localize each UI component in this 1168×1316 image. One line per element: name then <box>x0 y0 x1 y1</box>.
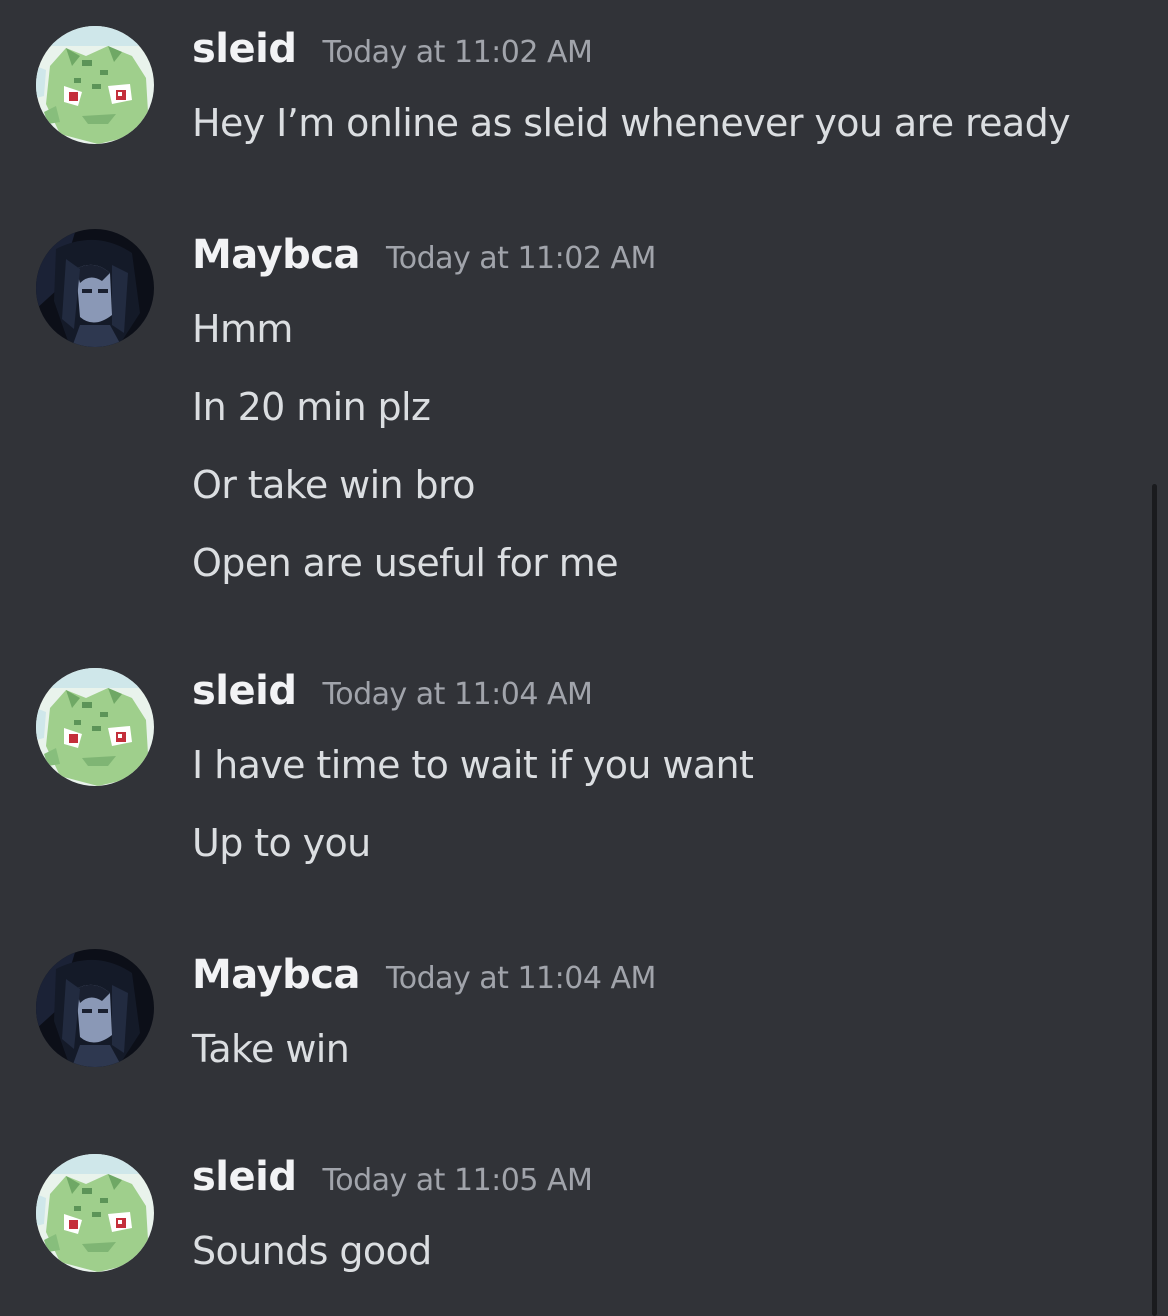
maybca-avatar[interactable] <box>36 949 154 1067</box>
bulbasaur-avatar-icon <box>36 26 154 144</box>
message-line: In 20 min plz <box>192 385 431 429</box>
message-line: Up to you <box>192 821 371 865</box>
timestamp[interactable]: Today at 11:04 AM <box>323 677 593 712</box>
timestamp[interactable]: Today at 11:05 AM <box>323 1163 593 1198</box>
message-content: Hmm In 20 min plz Or take win bro Open a… <box>192 290 619 602</box>
message-line: Open are useful for me <box>192 541 619 585</box>
bulbasaur-avatar-icon <box>36 668 154 786</box>
timestamp[interactable]: Today at 11:04 AM <box>386 961 656 996</box>
message-content: Sounds good <box>192 1212 432 1290</box>
message-content: Take win <box>192 1010 350 1088</box>
message-line: Hey I’m online as sleid whenever you are… <box>192 101 1071 145</box>
message-content: I have time to wait if you want Up to yo… <box>192 726 754 882</box>
message-line: Take win <box>192 1027 350 1071</box>
sleid-avatar[interactable] <box>36 26 154 144</box>
message-header: Maybca Today at 11:04 AM <box>192 952 656 998</box>
username[interactable]: sleid <box>192 668 297 714</box>
message-line: Hmm <box>192 307 293 351</box>
timestamp[interactable]: Today at 11:02 AM <box>323 35 593 70</box>
anime-character-avatar-icon <box>36 949 154 1067</box>
timestamp[interactable]: Today at 11:02 AM <box>386 241 656 276</box>
sleid-avatar[interactable] <box>36 1154 154 1272</box>
message-content: Hey I’m online as sleid whenever you are… <box>192 84 1071 162</box>
anime-character-avatar-icon <box>36 229 154 347</box>
message-header: Maybca Today at 11:02 AM <box>192 232 656 278</box>
message-header: sleid Today at 11:04 AM <box>192 668 593 714</box>
message-line: Sounds good <box>192 1229 432 1273</box>
username[interactable]: sleid <box>192 26 297 72</box>
username[interactable]: Maybca <box>192 952 360 998</box>
message-line: I have time to wait if you want <box>192 743 754 787</box>
scrollbar[interactable] <box>1152 484 1157 1316</box>
username[interactable]: sleid <box>192 1154 297 1200</box>
message-header: sleid Today at 11:05 AM <box>192 1154 593 1200</box>
message-header: sleid Today at 11:02 AM <box>192 26 593 72</box>
message-line: Or take win bro <box>192 463 475 507</box>
sleid-avatar[interactable] <box>36 668 154 786</box>
username[interactable]: Maybca <box>192 232 360 278</box>
maybca-avatar[interactable] <box>36 229 154 347</box>
bulbasaur-avatar-icon <box>36 1154 154 1272</box>
